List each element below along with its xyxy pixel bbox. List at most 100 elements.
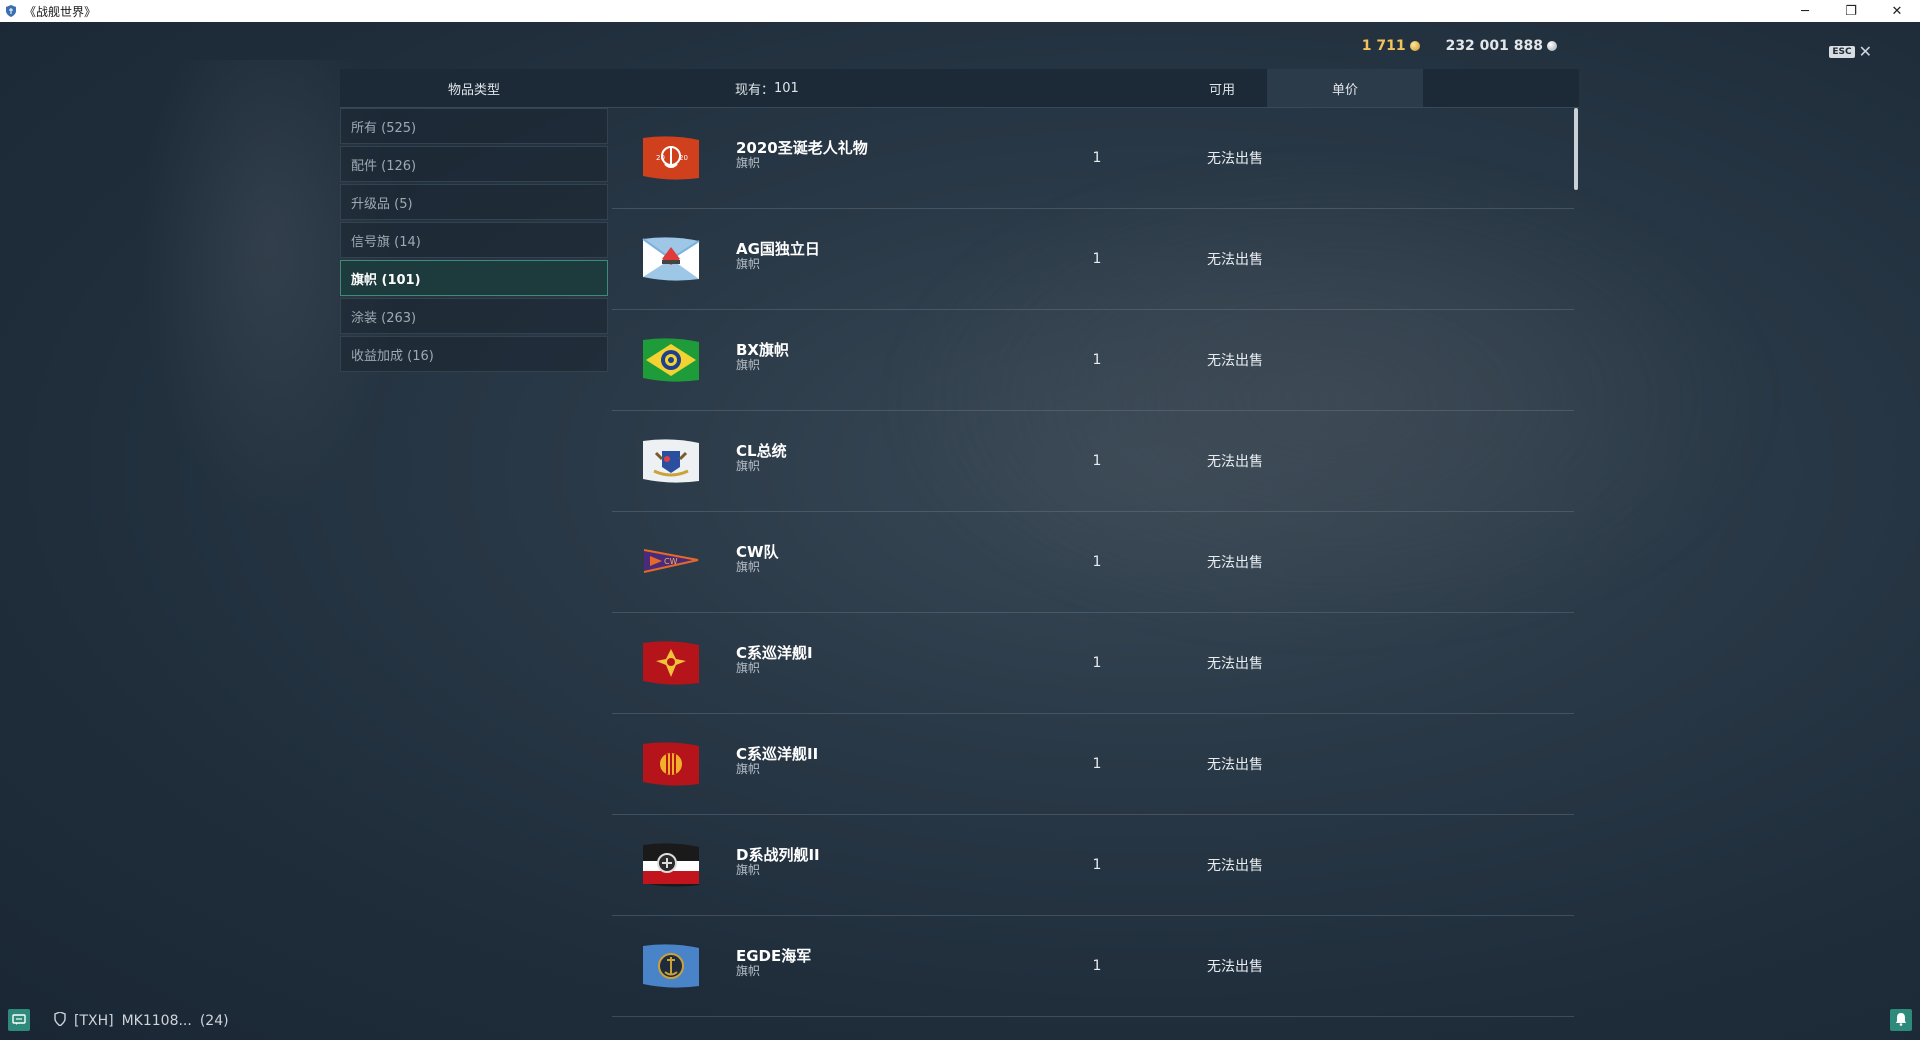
flag-egde-navy-icon [640,942,702,990]
item-available: 1 [1092,554,1102,570]
list-item[interactable]: D系战列舰II 旗帜 1 无法出售 [612,815,1574,916]
notifications-button[interactable] [1890,1009,1912,1031]
gold-coin-icon [1409,41,1420,51]
item-name: 2020圣诞老人礼物 [736,139,868,157]
sort-available-button[interactable]: 可用 [1177,69,1267,107]
chat-icon [12,1011,26,1030]
item-name-block: BX旗帜 旗帜 [736,342,789,372]
sort-unit-price-button[interactable]: 单价 [1267,69,1423,107]
list-item[interactable]: C系巡洋舰I 旗帜 1 无法出售 [612,613,1574,714]
item-available: 1 [1092,655,1102,671]
item-type: 旗帜 [736,762,761,776]
item-name-block: CW队 旗帜 [736,544,779,574]
window-title: 《战舰世界》 [24,4,97,19]
item-type: 旗帜 [736,459,761,473]
item-available: 1 [1092,453,1102,469]
item-name: D系战列舰II [736,846,820,864]
item-type: 旗帜 [736,358,761,372]
silver-amount: 232 001 888 [1445,38,1543,54]
currency-display: 1 711 232 001 888 [1362,38,1557,54]
item-list: 20 20 2020圣诞老人礼物 旗帜 1 无法出售 AG国独立日 旗帜 1 无法… [612,108,1574,1017]
item-name: C系巡洋舰I [736,644,813,662]
item-name: C系巡洋舰II [736,745,819,763]
item-name-block: CL总统 旗帜 [736,443,787,473]
item-name-block: 2020圣诞老人礼物 旗帜 [736,140,868,170]
flag-cw-team-icon: CW [640,538,702,586]
clan-member-count: (24) [199,1013,229,1029]
flag-cl-president-icon [640,437,702,485]
svg-text:20: 20 [656,154,665,162]
item-type: 旗帜 [736,964,761,978]
list-item[interactable]: CL总统 旗帜 1 无法出售 [612,411,1574,512]
flag-c-cruiser-1-icon [640,639,702,687]
item-available: 1 [1092,857,1102,873]
svg-text:CW: CW [664,557,678,566]
list-item[interactable]: EGDE海军 旗帜 1 无法出售 [612,916,1574,1017]
item-name-block: AG国独立日 旗帜 [736,241,820,271]
list-item[interactable]: BX旗帜 旗帜 1 无法出售 [612,310,1574,411]
item-price: 无法出售 [1207,454,1263,470]
item-available: 1 [1092,958,1102,974]
item-name-block: EGDE海军 旗帜 [736,948,811,978]
item-price: 无法出售 [1207,757,1263,773]
minimize-button[interactable]: ─ [1782,0,1828,22]
category-signals[interactable]: 信号旗 (14) [340,222,608,258]
list-scrollbar[interactable] [1574,108,1578,190]
header-count-label: 现有： [735,82,775,98]
item-name: CL总统 [736,442,787,460]
item-price: 无法出售 [1207,252,1263,268]
list-item[interactable]: CW CW队 旗帜 1 无法出售 [612,512,1574,613]
window-controls: ─ ❐ ✕ [1782,0,1920,22]
category-modules[interactable]: 配件 (126) [340,146,608,182]
item-price: 无法出售 [1207,656,1263,672]
category-all[interactable]: 所有 (525) [340,108,608,144]
list-item[interactable]: 20 20 2020圣诞老人礼物 旗帜 1 无法出售 [612,108,1574,209]
gold-balance: 1 711 [1362,38,1420,54]
gold-amount: 1 711 [1361,38,1406,54]
item-available: 1 [1092,150,1102,166]
category-flags[interactable]: 旗帜 (101) [340,260,608,296]
silver-coin-icon [1547,41,1557,51]
category-camouflage[interactable]: 涂装 (263) [340,298,608,334]
header-spacer [1423,69,1579,107]
category-upgrades[interactable]: 升级品 (5) [340,184,608,220]
item-price: 无法出售 [1207,151,1263,167]
flag-ag-independence-icon [640,235,702,283]
item-name: EGDE海军 [736,947,812,965]
list-item[interactable]: C系巡洋舰II 旗帜 1 无法出售 [612,714,1574,815]
header-count-value: 101 [774,80,799,96]
silver-balance: 232 001 888 [1446,38,1557,54]
clan-tag: [TXH] [74,1013,114,1029]
svg-text:20: 20 [679,154,688,162]
item-name: AG国独立日 [736,240,820,258]
item-price: 无法出售 [1207,858,1263,874]
category-boosters[interactable]: 收益加成 (16) [340,336,608,372]
esc-key-icon: ESC [1829,45,1855,58]
chat-button[interactable] [8,1009,30,1031]
item-type: 旗帜 [736,156,761,170]
item-name: CW队 [736,543,779,561]
item-available: 1 [1092,756,1102,772]
item-price: 无法出售 [1207,959,1263,975]
flag-christmas-2020-icon: 20 20 [640,134,702,182]
item-price: 无法出售 [1207,353,1263,369]
close-window-button[interactable]: ✕ [1874,0,1920,22]
player-name: MK1108... [121,1013,192,1029]
flag-c-cruiser-2-icon [640,740,702,788]
item-type: 旗帜 [736,257,761,271]
flag-d-battleship-2-icon [640,841,702,889]
inventory-header: 物品类型 现有： 101 可用 单价 [340,69,1579,108]
flag-bx-icon [640,336,702,384]
clan-info[interactable]: [TXH] MK1108... (24) [54,1011,229,1030]
category-sidebar: 所有 (525) 配件 (126) 升级品 (5) 信号旗 (14) 旗帜 (1… [340,108,608,374]
close-icon: ✕ [1858,42,1872,61]
window-titlebar: 《战舰世界》 ─ ❐ ✕ [0,0,1920,22]
item-type: 旗帜 [736,560,761,574]
header-count: 现有： 101 [608,69,1177,107]
app-icon [4,4,18,18]
header-item-type: 物品类型 [447,82,500,98]
esc-close-button[interactable]: ESC ✕ [1829,42,1872,61]
item-type: 旗帜 [736,863,761,877]
list-item[interactable]: AG国独立日 旗帜 1 无法出售 [612,209,1574,310]
restore-button[interactable]: ❐ [1828,0,1874,22]
